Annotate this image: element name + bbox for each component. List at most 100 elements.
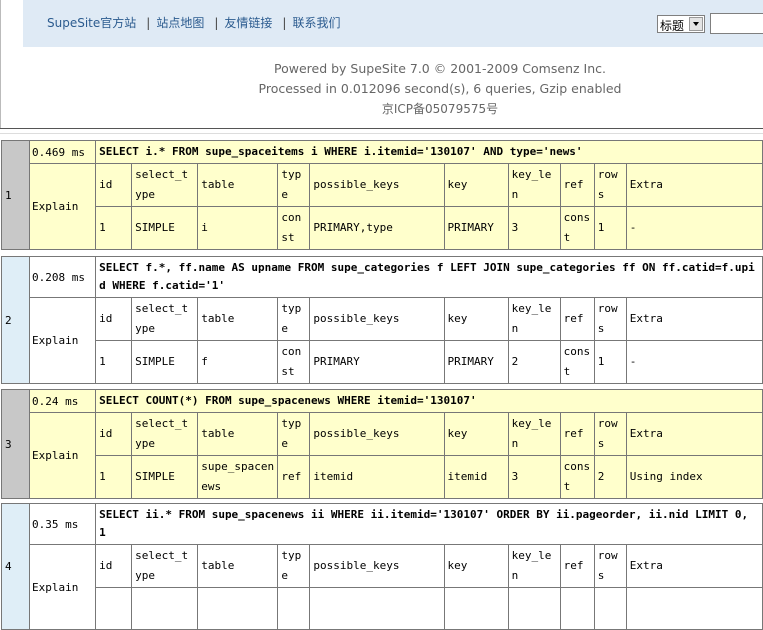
nav-separator: | (146, 16, 151, 30)
explain-cell (593, 587, 627, 630)
explain-cell: const (277, 206, 311, 250)
explain-cell (507, 587, 561, 630)
explain-cell: 1 (593, 206, 627, 250)
explain-column-header: key (443, 297, 509, 341)
nav-link-contact-us[interactable]: 联系我们 (292, 16, 340, 30)
nav-separator: | (282, 16, 287, 30)
query-table: 3 0.24 ms SELECT COUNT(*) FROM supe_spacen… (0, 389, 763, 499)
explain-column-header: rows (593, 297, 627, 341)
explain-cell: 1 (95, 206, 133, 250)
left-rule (0, 0, 1, 128)
explain-column-header: id (95, 297, 133, 341)
explain-column-header: rows (593, 412, 627, 456)
explain-column-header: ref (559, 297, 595, 341)
explain-column-header: rows (593, 544, 627, 588)
page-header: SupeSite官方站 | 站点地图 | 友情链接 | 联系我们 标题 Powered by… (0, 0, 763, 134)
icp-license-text: 京ICP备05079575号 (381, 102, 499, 116)
explain-cell: PRIMARY (443, 340, 509, 384)
nav-links: SupeSite官方站 | 站点地图 | 友情链接 | 联系我们 (47, 14, 340, 31)
explain-column-header: ref (559, 163, 595, 207)
explain-cell: const (277, 340, 311, 384)
query-time: 0.24 ms (29, 389, 97, 413)
search-input[interactable] (710, 13, 763, 34)
explain-column-header: key_len (507, 544, 561, 588)
explain-cell: 1 (95, 455, 133, 499)
explain-column-header: type (277, 163, 311, 207)
explain-column-header: id (95, 412, 133, 456)
explain-cell: 3 (507, 455, 561, 499)
explain-cell: const (559, 455, 595, 499)
explain-column-header: select_type (131, 163, 199, 207)
explain-cell: 1 (593, 340, 627, 384)
explain-cell: f (197, 340, 279, 384)
divider (0, 133, 763, 134)
explain-cell (131, 587, 199, 630)
query-sql: SELECT COUNT(*) FROM supe_spacenews WHER… (95, 389, 763, 413)
query-time: 0.469 ms (29, 140, 97, 164)
explain-cell: 2 (507, 340, 561, 384)
explain-cell (309, 587, 445, 630)
explain-cell (559, 587, 595, 630)
explain-cell: - (625, 340, 763, 384)
powered-by-text: Powered by SupeSite 7.0 © 2001-2009 Coms… (274, 61, 606, 76)
explain-cell: itemid (443, 455, 509, 499)
explain-column-header: type (277, 544, 311, 588)
explain-column-header: type (277, 297, 311, 341)
explain-column-header: key_len (507, 297, 561, 341)
explain-cell: i (197, 206, 279, 250)
explain-column-header: key (443, 163, 509, 207)
explain-cell: PRIMARY (443, 206, 509, 250)
explain-column-header: Extra (625, 544, 763, 588)
explain-column-header: type (277, 412, 311, 456)
explain-column-header: table (197, 544, 279, 588)
explain-cell (277, 587, 311, 630)
nav-separator: | (214, 16, 219, 30)
explain-column-header: table (197, 412, 279, 456)
explain-column-header: key (443, 544, 509, 588)
explain-cell: PRIMARY,type (309, 206, 445, 250)
divider (0, 128, 763, 129)
explain-column-header: possible_keys (309, 297, 445, 341)
query-sql: SELECT i.* FROM supe_spaceitems i WHERE … (95, 140, 763, 164)
explain-column-header: ref (559, 544, 595, 588)
explain-cell: 1 (95, 340, 133, 384)
query-number: 1 (0, 140, 31, 250)
explain-column-header: possible_keys (309, 412, 445, 456)
explain-cell: SIMPLE (131, 340, 199, 384)
query-sql: SELECT f.*, ff.name AS upname FROM supe_… (95, 256, 763, 298)
explain-column-header: Extra (625, 412, 763, 456)
nav-link-sitemap[interactable]: 站点地图 (156, 16, 204, 30)
explain-cell: ref (277, 455, 311, 499)
query-time: 0.35 ms (29, 503, 97, 545)
explain-column-header: select_type (131, 297, 199, 341)
explain-column-header: Extra (625, 297, 763, 341)
explain-column-header: id (95, 544, 133, 588)
explain-label: Explain (29, 544, 97, 630)
explain-column-header: key_len (507, 412, 561, 456)
nav-link-friend-links[interactable]: 友情链接 (224, 16, 272, 30)
explain-column-header: ref (559, 412, 595, 456)
explain-label: Explain (29, 297, 97, 384)
explain-column-header: table (197, 297, 279, 341)
explain-cell: 3 (507, 206, 561, 250)
explain-cell (625, 587, 763, 630)
search-type-value: 标题 (660, 19, 685, 33)
explain-column-header: rows (593, 163, 627, 207)
explain-cell (443, 587, 509, 630)
explain-column-header: key (443, 412, 509, 456)
explain-cell (95, 587, 133, 630)
dropdown-arrow-icon[interactable] (689, 17, 703, 31)
explain-cell: Using index (625, 455, 763, 499)
explain-cell: - (625, 206, 763, 250)
explain-cell: SIMPLE (131, 206, 199, 250)
explain-column-header: possible_keys (309, 163, 445, 207)
search-type-select[interactable]: 标题 (657, 15, 705, 33)
explain-cell: SIMPLE (131, 455, 199, 499)
top-nav-bar: SupeSite官方站 | 站点地图 | 友情链接 | 联系我们 标题 (23, 0, 763, 47)
query-table: 4 0.35 ms SELECT ii.* FROM supe_spacenews … (0, 503, 763, 630)
explain-column-header: select_type (131, 412, 199, 456)
query-number: 4 (0, 503, 31, 630)
nav-link-official-site[interactable]: SupeSite官方站 (47, 16, 136, 30)
query-sql: SELECT ii.* FROM supe_spacenews ii WHERE… (95, 503, 763, 545)
explain-column-header: id (95, 163, 133, 207)
